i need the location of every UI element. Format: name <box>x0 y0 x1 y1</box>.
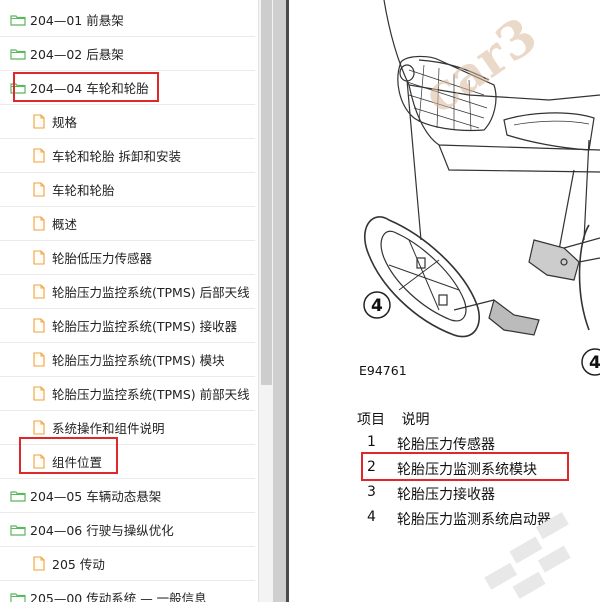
tree-item-label: 规格 <box>52 115 78 130</box>
document-icon <box>33 454 45 469</box>
legend-number: 4 <box>367 509 376 525</box>
navigation-tree: 204—01 前悬架 204—02 后悬架 204—04 车轮和轮胎规格车轮和轮胎 … <box>0 0 273 602</box>
tree-item-label: 概述 <box>52 217 78 232</box>
legend-number: 2 <box>367 459 376 475</box>
legend-row: 1 轮胎压力传感器 <box>367 434 495 456</box>
document-icon <box>33 250 45 265</box>
tree-item-label: 205 传动 <box>52 557 105 572</box>
document-viewer: 4 4 car3 E94761 项目 说明 1 轮胎压力传感器 2 轮胎压力监测… <box>289 0 600 602</box>
tree-folder-item[interactable]: 204—01 前悬架 <box>0 3 255 37</box>
callout-number: 4 <box>371 296 383 316</box>
watermark: car3 <box>412 5 547 124</box>
tree-item-label: 轮胎压力监控系统(TPMS) 接收器 <box>52 319 238 334</box>
tree-item-label: 轮胎低压力传感器 <box>52 251 153 266</box>
tree-page-item[interactable]: 系统操作和组件说明 <box>0 411 255 445</box>
tree-page-item[interactable]: 轮胎压力监控系统(TPMS) 模块 <box>0 343 255 377</box>
tree-page-item[interactable]: 轮胎压力监控系统(TPMS) 后部天线 <box>0 275 255 309</box>
tree-item-label: 204—05 车辆动态悬架 <box>30 489 162 504</box>
folder-icon <box>10 490 26 502</box>
tree-item-label: 车轮和轮胎 拆卸和安装 <box>52 149 181 164</box>
tree-folder-item[interactable]: 204—05 车辆动态悬架 <box>0 479 255 513</box>
tree-scrollbar[interactable] <box>258 0 273 602</box>
legend-header: 项目 说明 <box>357 409 429 429</box>
tree-page-item[interactable]: 轮胎压力监控系统(TPMS) 接收器 <box>0 309 255 343</box>
tree-page-item[interactable]: 轮胎压力监控系统(TPMS) 前部天线 <box>0 377 255 411</box>
tree-folder-item[interactable]: 205—00 传动系统 — 一般信息 <box>0 581 255 602</box>
tree-item-label: 204—04 车轮和轮胎 <box>30 81 149 96</box>
document-icon <box>33 284 45 299</box>
tree-item-label: 组件位置 <box>52 455 103 470</box>
legend-text: 轮胎压力传感器 <box>397 437 495 453</box>
legend-number: 1 <box>367 434 376 450</box>
document-icon <box>33 420 45 435</box>
tree-item-label: 204—01 前悬架 <box>30 13 124 28</box>
watermark-graphic <box>484 512 571 599</box>
tree-folder-item[interactable]: 204—02 后悬架 <box>0 37 255 71</box>
folder-icon <box>10 592 26 602</box>
pane-splitter[interactable] <box>273 0 286 602</box>
tree-item-label: 204—02 后悬架 <box>30 47 124 62</box>
folder-icon <box>10 524 26 536</box>
tree-item-label: 系统操作和组件说明 <box>52 421 165 436</box>
legend-row: 3 轮胎压力接收器 <box>367 484 495 506</box>
folder-icon <box>10 82 26 94</box>
tree-page-item[interactable]: 车轮和轮胎 <box>0 173 255 207</box>
tree-page-item[interactable]: 规格 <box>0 105 255 139</box>
document-icon <box>33 148 45 163</box>
tree-page-item[interactable]: 轮胎低压力传感器 <box>0 241 255 275</box>
folder-icon <box>10 14 26 26</box>
tree-item-label: 轮胎压力监控系统(TPMS) 模块 <box>52 353 225 368</box>
tree-page-item[interactable]: 概述 <box>0 207 255 241</box>
tree-page-item[interactable]: 205 传动 <box>0 547 255 581</box>
document-icon <box>33 182 45 197</box>
document-icon <box>33 556 45 571</box>
callout-number: 4 <box>589 353 600 373</box>
tree-item-label: 轮胎压力监控系统(TPMS) 前部天线 <box>52 387 250 402</box>
tree-item-label: 205—00 传动系统 — 一般信息 <box>30 591 207 602</box>
legend-text: 轮胎压力接收器 <box>397 487 495 503</box>
document-icon <box>33 114 45 129</box>
tree-page-item[interactable]: 组件位置 <box>0 445 255 479</box>
document-icon <box>33 318 45 333</box>
document-icon <box>33 352 45 367</box>
document-icon <box>33 386 45 401</box>
folder-icon <box>10 48 26 60</box>
tree-item-label: 轮胎压力监控系统(TPMS) 后部天线 <box>52 285 250 300</box>
tree-scrollbar-thumb[interactable] <box>261 0 272 385</box>
legend-number: 3 <box>367 484 376 500</box>
tree-folder-item[interactable]: 204—04 车轮和轮胎 <box>0 71 255 105</box>
tree-page-item[interactable]: 车轮和轮胎 拆卸和安装 <box>0 139 255 173</box>
legend-row: 2 轮胎压力监测系统模块 <box>367 459 537 481</box>
legend-header-description: 说明 <box>401 412 430 428</box>
tree-item-label: 车轮和轮胎 <box>52 183 115 198</box>
legend-text: 轮胎压力监测系统模块 <box>397 462 537 478</box>
legend-header-item: 项目 <box>357 412 385 428</box>
tree-item-label: 204—06 行驶与操纵优化 <box>30 523 174 538</box>
component-illustration: 4 4 car3 <box>363 0 600 376</box>
figure-id: E94761 <box>359 363 407 378</box>
document-icon <box>33 216 45 231</box>
tree-folder-item[interactable]: 204—06 行驶与操纵优化 <box>0 513 255 547</box>
